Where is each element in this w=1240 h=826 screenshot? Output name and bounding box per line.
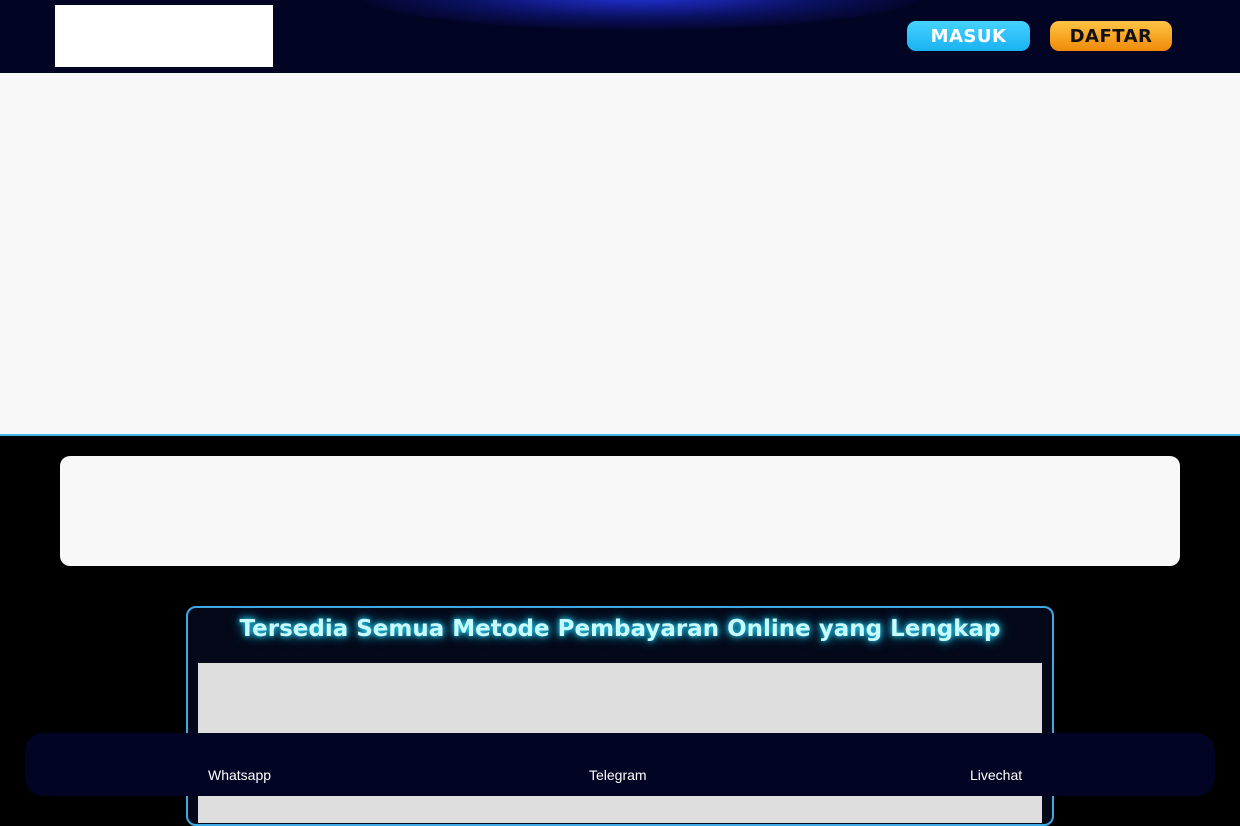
promo-banner — [60, 456, 1180, 566]
hero-banner — [0, 73, 1240, 436]
livechat-link[interactable]: Livechat — [970, 767, 1022, 783]
site-header: MASUK DAFTAR — [0, 0, 1240, 73]
login-button[interactable]: MASUK — [907, 21, 1030, 51]
register-button[interactable]: DAFTAR — [1050, 21, 1172, 51]
telegram-link[interactable]: Telegram — [589, 767, 647, 783]
site-logo[interactable] — [55, 5, 273, 67]
whatsapp-link[interactable]: Whatsapp — [208, 767, 271, 783]
header-glow — [360, 0, 920, 30]
contact-bar: Whatsapp Telegram Livechat — [25, 733, 1215, 796]
payment-methods-title: Tersedia Semua Metode Pembayaran Online … — [239, 616, 1001, 642]
